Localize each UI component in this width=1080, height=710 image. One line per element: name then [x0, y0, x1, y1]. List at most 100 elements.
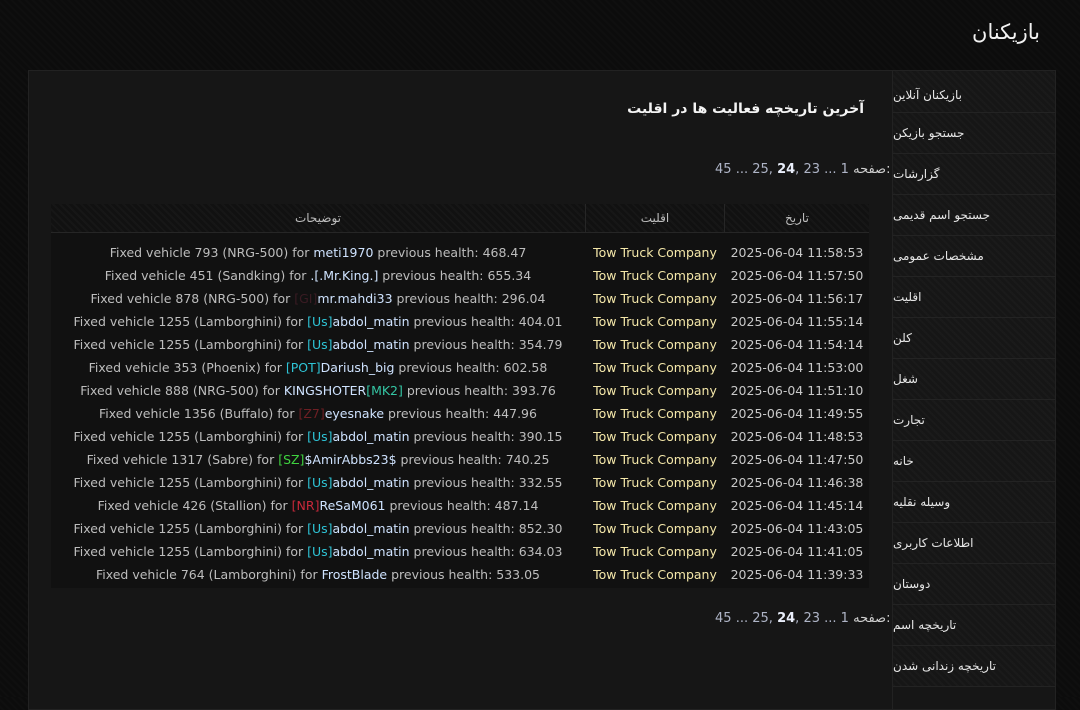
row-date: 2025-06-04 11:47:50: [730, 452, 864, 467]
row-date: 2025-06-04 11:43:05: [730, 521, 864, 536]
player-name[interactable]: $AmirAbbs23$: [304, 452, 396, 467]
player-name[interactable]: abdol_matin: [333, 337, 410, 352]
player-name[interactable]: Dariush_big: [321, 360, 395, 375]
table-row: Fixed vehicle 426 (Stallion) for [NR]ReS…: [51, 494, 869, 517]
player-tag: [POT]: [285, 360, 321, 375]
page-link-prev[interactable]: 23: [803, 611, 820, 626]
player-name[interactable]: abdol_matin: [333, 475, 410, 490]
player-name[interactable]: meti1970: [313, 245, 373, 260]
sidebar-item-general-info[interactable]: مشخصات عمومی: [893, 236, 1055, 277]
page-current: 24: [777, 611, 796, 626]
page-link-prev[interactable]: 23: [803, 162, 820, 177]
player-name[interactable]: FrostBlade: [322, 567, 388, 582]
pager-ellipsis: ...: [824, 162, 837, 177]
table-header: توضیحات اقلیت تاریخ: [51, 204, 869, 233]
sidebar-item-label: جستجو اسم قدیمی: [893, 208, 991, 222]
player-tag: [Us]: [307, 429, 333, 444]
page-title: بازیکنان: [972, 20, 1040, 44]
desc-suffix: previous health: 602.58: [394, 360, 548, 375]
table-row: Fixed vehicle 793 (NRG-500) for meti1970…: [51, 241, 869, 264]
pager-label: صفحه:: [853, 611, 891, 626]
player-tag: [Us]: [307, 337, 333, 352]
row-faction: Tow Truck Company: [593, 475, 717, 490]
page-link-last[interactable]: 45: [715, 162, 732, 177]
desc-suffix: previous health: 634.03: [409, 544, 563, 559]
sidebar-item-house[interactable]: خانه: [893, 441, 1055, 482]
row-description: Fixed vehicle 426 (Stallion) for [NR]ReS…: [51, 498, 585, 513]
desc-prefix: Fixed vehicle 888 (NRG-500) for: [80, 383, 284, 398]
page-link-next[interactable]: 25: [752, 611, 769, 626]
desc-prefix: Fixed vehicle 1255 (Lamborghini) for: [73, 314, 308, 329]
pager-ellipsis: ...: [735, 162, 749, 177]
table-row: Fixed vehicle 451 (Sandking) for .[.Mr.K…: [51, 264, 869, 287]
row-date: 2025-06-04 11:55:14: [730, 314, 864, 329]
table-row: Fixed vehicle 1317 (Sabre) for [SZ]$Amir…: [51, 448, 869, 471]
table-row: Fixed vehicle 764 (Lamborghini) for Fros…: [51, 563, 869, 586]
desc-prefix: Fixed vehicle 1255 (Lamborghini) for: [73, 544, 308, 559]
page-link-next[interactable]: 25: [752, 162, 769, 177]
player-name[interactable]: mr.mahdi33: [317, 291, 392, 306]
header-date: تاریخ: [785, 211, 809, 225]
row-description: Fixed vehicle 1255 (Lamborghini) for [Us…: [51, 521, 585, 536]
player-name[interactable]: abdol_matin: [333, 314, 410, 329]
sidebar-item-online-players[interactable]: بازیکنان آنلاین: [893, 71, 1055, 113]
sidebar-item-name-history[interactable]: تاریخچه اسم: [893, 605, 1055, 646]
sidebar-item-trade[interactable]: تجارت: [893, 400, 1055, 441]
table-row: Fixed vehicle 1255 (Lamborghini) for [Us…: [51, 540, 869, 563]
sidebar-item-label: مشخصات عمومی: [893, 249, 984, 263]
player-name[interactable]: abdol_matin: [333, 544, 410, 559]
player-tag-suffix: [MK2]: [366, 383, 403, 398]
desc-prefix: Fixed vehicle 1255 (Lamborghini) for: [73, 429, 308, 444]
sidebar-item-label: تجارت: [893, 413, 925, 427]
player-name[interactable]: abdol_matin: [333, 521, 410, 536]
player-tag: [NR]: [291, 498, 320, 513]
player-name[interactable]: KINGSHOTER: [284, 383, 366, 398]
sidebar-item-vehicle[interactable]: وسیله نقلیه: [893, 482, 1055, 523]
page-link-first[interactable]: 1: [841, 162, 849, 177]
row-faction: Tow Truck Company: [593, 521, 717, 536]
row-description: Fixed vehicle 793 (NRG-500) for meti1970…: [51, 245, 585, 260]
player-name[interactable]: eyesnake: [325, 406, 384, 421]
row-description: Fixed vehicle 888 (NRG-500) for KINGSHOT…: [51, 383, 585, 398]
sidebar-item-label: اقلیت: [893, 290, 922, 304]
sidebar-item-label: شغل: [893, 372, 918, 386]
page-link-first[interactable]: 1: [841, 611, 849, 626]
sidebar: بازیکنان آنلاین جستجو بازیکن گزارشات جست…: [892, 70, 1056, 710]
sidebar-item-friends[interactable]: دوستان: [893, 564, 1055, 605]
row-faction: Tow Truck Company: [593, 337, 717, 352]
desc-prefix: Fixed vehicle 1255 (Lamborghini) for: [73, 521, 308, 536]
sidebar-item-jail-history[interactable]: تاریخچه زندانی شدن: [893, 646, 1055, 687]
table-row: Fixed vehicle 888 (NRG-500) for KINGSHOT…: [51, 379, 869, 402]
page-link-last[interactable]: 45: [715, 611, 732, 626]
desc-prefix: Fixed vehicle 1356 (Buffalo) for: [99, 406, 299, 421]
row-description: Fixed vehicle 1255 (Lamborghini) for [Us…: [51, 429, 585, 444]
sidebar-item-search-old-name[interactable]: جستجو اسم قدیمی: [893, 195, 1055, 236]
desc-prefix: Fixed vehicle 793 (NRG-500) for: [109, 245, 314, 260]
row-faction: Tow Truck Company: [593, 406, 717, 421]
row-date: 2025-06-04 11:49:55: [730, 406, 864, 421]
row-faction: Tow Truck Company: [593, 268, 717, 283]
row-faction: Tow Truck Company: [593, 360, 717, 375]
sidebar-item-search-player[interactable]: جستجو بازیکن: [893, 113, 1055, 154]
sidebar-item-label: اطلاعات کاربری: [893, 536, 974, 550]
sidebar-item-reports[interactable]: گزارشات: [893, 154, 1055, 195]
table-row: Fixed vehicle 1255 (Lamborghini) for [Us…: [51, 471, 869, 494]
table-row: Fixed vehicle 1255 (Lamborghini) for [Us…: [51, 310, 869, 333]
desc-suffix: previous health: 655.34: [378, 268, 532, 283]
desc-prefix: Fixed vehicle 1317 (Sabre) for: [86, 452, 279, 467]
desc-prefix: Fixed vehicle 353 (Phoenix) for: [88, 360, 286, 375]
player-name[interactable]: ReSaM061: [319, 498, 385, 513]
sidebar-item-label: گزارشات: [893, 167, 940, 181]
sidebar-item-clan[interactable]: کلن: [893, 318, 1055, 359]
row-date: 2025-06-04 11:57:50: [730, 268, 864, 283]
row-faction: Tow Truck Company: [593, 291, 717, 306]
pager-ellipsis: ...: [824, 611, 837, 626]
row-date: 2025-06-04 11:39:33: [730, 567, 864, 582]
table-row: Fixed vehicle 353 (Phoenix) for [POT]Dar…: [51, 356, 869, 379]
sidebar-item-faction[interactable]: اقلیت: [893, 277, 1055, 318]
pagination-top: 45 ... 25, 24, 23 ... 1 صفحه:: [715, 162, 891, 177]
sidebar-item-user-info[interactable]: اطلاعات کاربری: [893, 523, 1055, 564]
sidebar-item-job[interactable]: شغل: [893, 359, 1055, 400]
player-name[interactable]: .[.Mr.King.]: [310, 268, 378, 283]
player-name[interactable]: abdol_matin: [333, 429, 410, 444]
